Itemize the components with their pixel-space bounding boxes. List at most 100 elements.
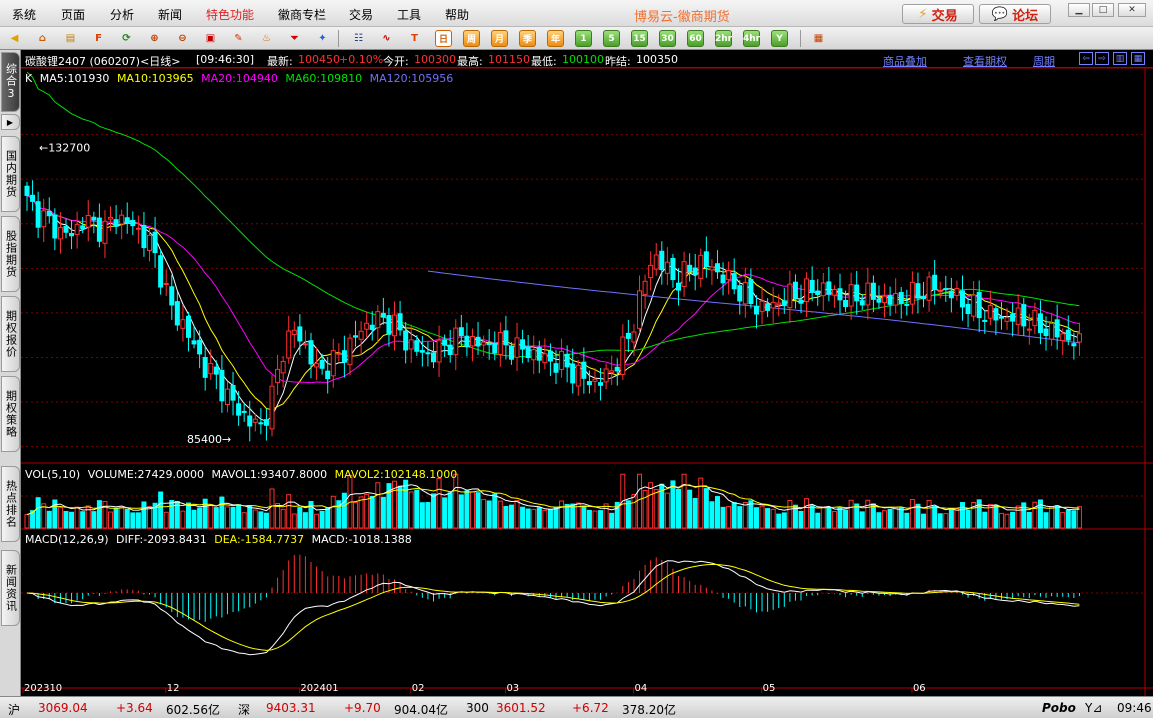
volume-bar bbox=[1015, 505, 1021, 529]
volume-bar bbox=[486, 500, 492, 529]
maximize-icon[interactable]: □ bbox=[1092, 3, 1114, 17]
kline-chart-svg[interactable]: ←132700 85400→ 202310 12 202401 02 03 04 05 06 bbox=[21, 50, 1153, 696]
candle-body bbox=[163, 283, 169, 286]
tick-icon[interactable]: T bbox=[406, 30, 423, 47]
volume-bar bbox=[1049, 506, 1055, 529]
volume-bar bbox=[263, 512, 269, 529]
expand-arrow-icon[interactable]: ▶ bbox=[1, 114, 20, 130]
period-month[interactable]: 月 bbox=[491, 30, 508, 47]
side-tab-options-strategy[interactable]: 期权策略 bbox=[1, 376, 20, 452]
period-5min[interactable]: 5 bbox=[603, 30, 620, 47]
volume-bar bbox=[904, 512, 910, 529]
toolbar-separator bbox=[338, 30, 339, 47]
zoom-out-icon[interactable]: ⊖ bbox=[174, 30, 191, 47]
candle-body bbox=[113, 219, 119, 227]
period-quarter[interactable]: 季 bbox=[519, 30, 536, 47]
split-view-icon[interactable]: ▥ bbox=[1113, 52, 1127, 65]
forum-button[interactable]: 💬 论坛 bbox=[979, 4, 1051, 24]
volume-bar bbox=[865, 499, 871, 529]
view-options-link[interactable]: 查看期权 bbox=[963, 53, 1007, 69]
candle-body bbox=[742, 281, 748, 305]
volume-bar bbox=[542, 509, 548, 529]
refresh-icon[interactable]: ⟳ bbox=[118, 30, 135, 47]
period-30min[interactable]: 30 bbox=[659, 30, 676, 47]
menu-news[interactable]: 新闻 bbox=[158, 6, 182, 23]
candle-body bbox=[464, 335, 470, 348]
candle-body bbox=[765, 303, 771, 311]
candle-body bbox=[308, 340, 314, 365]
candle-body bbox=[442, 339, 448, 346]
pen-draw-icon[interactable]: ✎ bbox=[230, 30, 247, 47]
candle-body bbox=[731, 273, 737, 290]
candle-body bbox=[703, 251, 709, 267]
close-icon[interactable]: ✕ bbox=[1118, 3, 1146, 17]
candle-body bbox=[147, 234, 153, 252]
period-week[interactable]: 周 bbox=[463, 30, 480, 47]
side-tab-domestic-futures[interactable]: 国内期货 bbox=[1, 136, 20, 212]
f10-icon[interactable]: F bbox=[90, 30, 107, 47]
volume-bar bbox=[670, 480, 676, 529]
volume-bar bbox=[676, 488, 682, 529]
x-axis-label: 202401 bbox=[300, 683, 338, 694]
ma60-line bbox=[26, 71, 1080, 358]
period-15min[interactable]: 15 bbox=[631, 30, 648, 47]
kline-chart-area[interactable]: ←132700 85400→ 202310 12 202401 02 03 04 05 06 碳… bbox=[21, 50, 1153, 696]
menu-system[interactable]: 系统 bbox=[12, 6, 36, 23]
menu-tools[interactable]: 工具 bbox=[397, 6, 421, 23]
volume-bar bbox=[581, 505, 587, 529]
filter-icon[interactable]: ⏷ bbox=[286, 30, 303, 47]
volume-bar bbox=[353, 502, 359, 529]
candle-body bbox=[1037, 313, 1043, 334]
volume-bar bbox=[948, 508, 954, 529]
period-60min[interactable]: 60 bbox=[687, 30, 704, 47]
volume-bar bbox=[1026, 511, 1032, 529]
minimize-icon[interactable]: ▁ bbox=[1068, 3, 1090, 17]
table-view-icon[interactable]: ☷ bbox=[350, 30, 367, 47]
side-tab-options-quotes[interactable]: 期权报价 bbox=[1, 296, 20, 372]
side-tab-index-futures[interactable]: 股指期货 bbox=[1, 216, 20, 292]
vol-name: VOL(5,10) bbox=[25, 468, 81, 481]
commodity-overlay-link[interactable]: 商品叠加 bbox=[883, 53, 927, 69]
kline-icon[interactable]: ∿ bbox=[378, 30, 395, 47]
menu-trade[interactable]: 交易 bbox=[349, 6, 373, 23]
candle-body bbox=[119, 214, 125, 225]
layout-icon[interactable]: ▦ bbox=[810, 30, 827, 47]
period-link[interactable]: 周期 bbox=[1033, 53, 1055, 69]
period-2hr[interactable]: 2hr bbox=[715, 30, 732, 47]
period-4hr[interactable]: 4hr bbox=[743, 30, 760, 47]
menu-analysis[interactable]: 分析 bbox=[110, 6, 134, 23]
period-1min[interactable]: 1 bbox=[575, 30, 592, 47]
trade-button[interactable]: ⚡ 交易 bbox=[902, 4, 974, 24]
volume-bar bbox=[748, 500, 754, 529]
period-custom[interactable]: Y bbox=[771, 30, 788, 47]
candle-body bbox=[976, 291, 982, 319]
side-tab-news[interactable]: 新闻资讯 bbox=[1, 550, 20, 626]
i300-label: 300 bbox=[466, 701, 489, 715]
menu-special-features[interactable]: 特色功能 bbox=[206, 6, 254, 23]
period-day[interactable]: 日 bbox=[435, 30, 452, 47]
period-year[interactable]: 年 bbox=[547, 30, 564, 47]
database-icon[interactable]: ▤ bbox=[62, 30, 79, 47]
menu-page[interactable]: 页面 bbox=[61, 6, 85, 23]
candle-body bbox=[664, 261, 670, 274]
candle-body bbox=[30, 194, 36, 202]
menu-help[interactable]: 帮助 bbox=[445, 6, 469, 23]
candle-body bbox=[915, 283, 921, 299]
volume-bar bbox=[982, 511, 988, 529]
side-tab-hot-ranking[interactable]: 热点排名 bbox=[1, 466, 20, 542]
nav-left-icon[interactable]: ⇦ bbox=[1079, 52, 1093, 65]
grid-view-icon[interactable]: ▦ bbox=[1131, 52, 1145, 65]
menu-huishang-column[interactable]: 徽商专栏 bbox=[278, 6, 326, 23]
brush-icon[interactable]: ♨ bbox=[258, 30, 275, 47]
home-icon[interactable]: ⌂ bbox=[34, 30, 51, 47]
macd-panel bbox=[26, 554, 1080, 656]
new-icon[interactable]: ✦ bbox=[314, 30, 331, 47]
back-arrow-icon[interactable]: ◀ bbox=[6, 30, 23, 47]
zoom-in-icon[interactable]: ⊕ bbox=[146, 30, 163, 47]
side-tab-composite[interactable]: 综合3 bbox=[1, 52, 20, 112]
volume-bar bbox=[765, 508, 771, 529]
side-tab-strip: 综合3 ▶ 国内期货 股指期货 期权报价 期权策略 热点排名 新闻资讯 bbox=[0, 50, 21, 696]
nav-right-icon[interactable]: ⇨ bbox=[1095, 52, 1109, 65]
window-icon[interactable]: ▣ bbox=[202, 30, 219, 47]
candle-body bbox=[804, 278, 810, 303]
